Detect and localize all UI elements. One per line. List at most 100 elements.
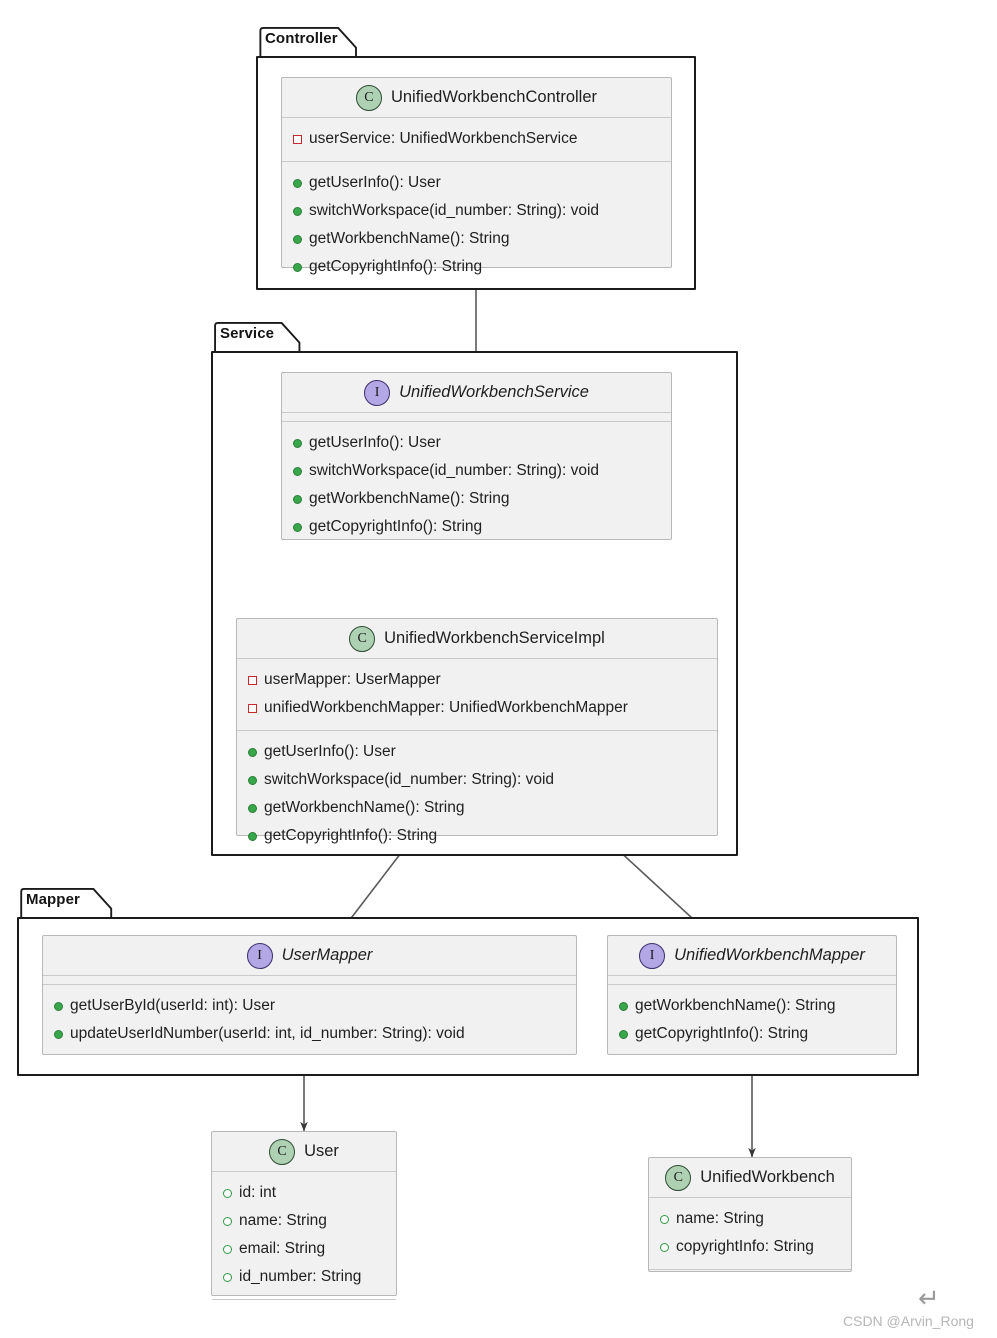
public-method-icon — [293, 206, 302, 216]
method-label: getCopyrightInfo(): String — [635, 1025, 809, 1043]
private-field-icon — [248, 675, 257, 685]
class-header: C User — [212, 1132, 396, 1172]
class-name: UnifiedWorkbench — [700, 1168, 835, 1186]
class-name: User — [304, 1142, 339, 1160]
public-method-icon — [248, 803, 257, 813]
public-field-icon — [223, 1272, 232, 1282]
public-method-icon — [293, 438, 302, 448]
field-row: id: int — [212, 1179, 396, 1207]
class-header: C UnifiedWorkbenchController — [282, 78, 671, 118]
interface-unified-workbench-mapper[interactable]: I UnifiedWorkbenchMapper getWorkbenchNam… — [607, 935, 897, 1055]
watermark-return-icon: ↵ — [918, 1283, 940, 1313]
method-row: getWorkbenchName(): String — [282, 485, 671, 513]
public-field-icon — [660, 1214, 669, 1224]
public-method-icon — [248, 831, 257, 841]
public-field-icon — [223, 1188, 232, 1198]
field-label: name: String — [676, 1210, 764, 1227]
method-row: getUserById(userId: int): User — [43, 992, 576, 1020]
field-label: userMapper: UserMapper — [264, 671, 441, 688]
method-label: getUserInfo(): User — [309, 174, 441, 192]
class-user[interactable]: C User id: int name: String email: Strin… — [211, 1131, 397, 1301]
interface-header: I UnifiedWorkbenchService — [282, 373, 671, 413]
method-row: updateUserIdNumber(userId: int, id_numbe… — [43, 1020, 576, 1048]
interface-name: UnifiedWorkbenchService — [399, 383, 589, 401]
method-label: switchWorkspace(id_number: String): void — [309, 202, 600, 220]
package-controller-label: Controller — [265, 30, 338, 47]
method-label: getUserById(userId: int): User — [70, 997, 276, 1014]
class-unified-workbench-service-impl[interactable]: C UnifiedWorkbenchServiceImpl userMapper… — [236, 618, 718, 844]
class-unified-workbench[interactable]: C UnifiedWorkbench name: String copyrigh… — [648, 1157, 852, 1272]
field-row: copyrightInfo: String — [649, 1233, 851, 1261]
interface-user-mapper[interactable]: I UserMapper getUserById(userId: int): U… — [42, 935, 577, 1055]
private-field-icon — [248, 703, 257, 713]
interface-icon: I — [246, 942, 273, 969]
method-label: getWorkbenchName(): String — [309, 490, 510, 508]
interface-name: UnifiedWorkbenchMapper — [674, 946, 865, 964]
fields-compartment-empty — [43, 976, 576, 985]
public-method-icon — [293, 262, 302, 272]
methods-compartment: getUserById(userId: int): User updateUse… — [43, 985, 576, 1056]
field-row: unifiedWorkbenchMapper: UnifiedWorkbench… — [237, 694, 717, 722]
public-method-icon — [293, 466, 302, 476]
method-row: getUserInfo(): User — [282, 429, 671, 457]
field-label: userService: UnifiedWorkbenchService — [309, 130, 578, 147]
method-label: updateUserIdNumber(userId: int, id_numbe… — [70, 1025, 465, 1043]
field-row: email: String — [212, 1235, 396, 1263]
fields-compartment: userService: UnifiedWorkbenchService — [282, 118, 671, 163]
methods-compartment: getWorkbenchName(): String getCopyrightI… — [608, 985, 896, 1056]
methods-compartment-empty — [212, 1300, 396, 1309]
public-method-icon — [293, 522, 302, 532]
interface-unified-workbench-service[interactable]: I UnifiedWorkbenchService getUserInfo():… — [281, 372, 672, 540]
methods-compartment: getUserInfo(): User switchWorkspace(id_n… — [282, 422, 671, 549]
field-label: id_number: String — [239, 1268, 362, 1286]
field-label: email: String — [239, 1240, 326, 1258]
public-field-icon — [223, 1216, 232, 1226]
method-row: getCopyrightInfo(): String — [237, 822, 717, 850]
interface-icon: I — [639, 942, 666, 969]
public-field-icon — [223, 1244, 232, 1254]
class-name: UnifiedWorkbenchServiceImpl — [384, 629, 605, 647]
method-row: getWorkbenchName(): String — [608, 992, 896, 1020]
public-method-icon — [248, 775, 257, 785]
public-method-icon — [54, 1001, 63, 1011]
field-label: name: String — [239, 1212, 327, 1230]
method-label: switchWorkspace(id_number: String): void — [309, 462, 600, 480]
public-method-icon — [293, 494, 302, 504]
class-icon: C — [269, 1138, 296, 1165]
field-row: id_number: String — [212, 1263, 396, 1291]
method-label: getUserInfo(): User — [309, 434, 441, 451]
fields-compartment-empty — [608, 976, 896, 985]
method-label: getWorkbenchName(): String — [264, 799, 465, 817]
interface-header: I UserMapper — [43, 936, 576, 976]
method-row: getCopyrightInfo(): String — [608, 1020, 896, 1048]
class-icon: C — [355, 84, 382, 111]
method-row: getUserInfo(): User — [237, 738, 717, 766]
method-label: getWorkbenchName(): String — [635, 997, 836, 1014]
methods-compartment: getUserInfo(): User switchWorkspace(id_n… — [237, 731, 717, 858]
field-row: name: String — [212, 1207, 396, 1235]
method-row: getWorkbenchName(): String — [237, 794, 717, 822]
method-row: getWorkbenchName(): String — [282, 225, 671, 253]
class-header: C UnifiedWorkbench — [649, 1158, 851, 1198]
method-row: getCopyrightInfo(): String — [282, 513, 671, 541]
method-label: getCopyrightInfo(): String — [309, 518, 483, 536]
interface-header: I UnifiedWorkbenchMapper — [608, 936, 896, 976]
method-label: getCopyrightInfo(): String — [264, 827, 438, 845]
public-method-icon — [293, 234, 302, 244]
package-mapper-label: Mapper — [26, 891, 80, 908]
field-row: userMapper: UserMapper — [237, 666, 717, 694]
field-row: userService: UnifiedWorkbenchService — [282, 125, 671, 153]
uml-class-diagram: Controller C UnifiedWorkbenchController … — [0, 0, 997, 1338]
private-field-icon — [293, 134, 302, 144]
methods-compartment: getUserInfo(): User switchWorkspace(id_n… — [282, 162, 671, 289]
class-header: C UnifiedWorkbenchServiceImpl — [237, 619, 717, 659]
watermark-text: CSDN @Arvin_Rong — [843, 1313, 974, 1329]
method-row: getCopyrightInfo(): String — [282, 253, 671, 281]
public-method-icon — [54, 1029, 63, 1039]
class-icon: C — [665, 1164, 692, 1191]
class-unified-workbench-controller[interactable]: C UnifiedWorkbenchController userService… — [281, 77, 672, 275]
interface-name: UserMapper — [281, 946, 373, 964]
fields-compartment: id: int name: String email: String id_nu… — [212, 1172, 396, 1301]
fields-compartment-empty — [282, 413, 671, 422]
methods-compartment-empty — [649, 1270, 851, 1279]
